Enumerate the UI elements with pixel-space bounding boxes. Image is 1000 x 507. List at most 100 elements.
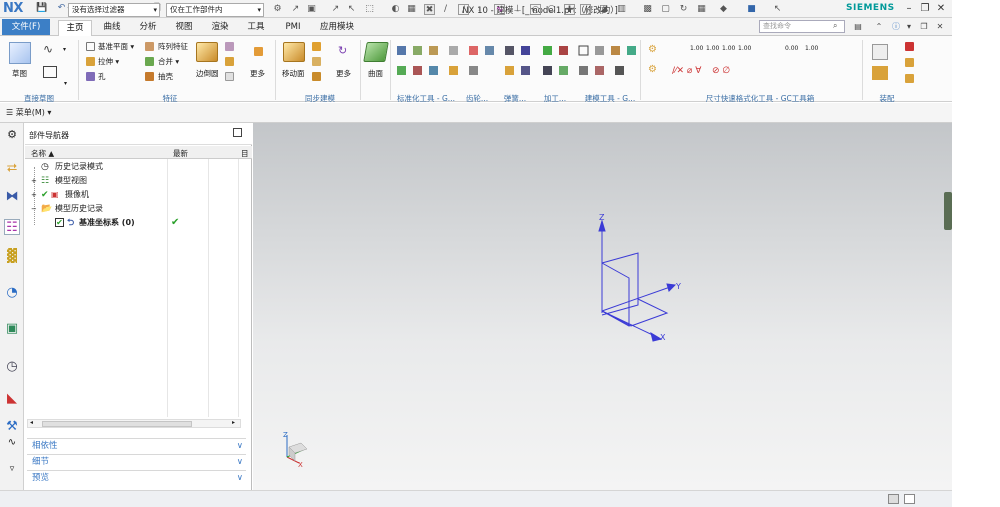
scroll-left-icon[interactable]: ◂	[30, 419, 33, 426]
assembly-tool-3-icon[interactable]	[905, 74, 914, 83]
rail-expand-icon[interactable]: ▿	[4, 461, 20, 477]
offset-region-icon[interactable]	[312, 57, 321, 66]
system-materials-icon[interactable]: ◣	[4, 391, 20, 407]
box-select-icon[interactable]: ⬚	[364, 4, 375, 15]
col-latest[interactable]: 最新	[173, 148, 188, 159]
collapse-icon[interactable]: −	[31, 202, 37, 216]
pattern-feature-label[interactable]: 阵列特征	[158, 41, 188, 52]
dim-label-2[interactable]: 1.00	[706, 45, 719, 52]
scope-select[interactable]: 仅在工作部件内 ▾	[166, 3, 264, 17]
replace-face-icon[interactable]	[312, 72, 321, 81]
expand-icon[interactable]: +	[31, 174, 37, 188]
tab-view[interactable]: 视图	[168, 20, 200, 36]
dim-tool-2-icon[interactable]: ⚙	[648, 64, 657, 75]
scroll-right-icon[interactable]: ▸	[232, 419, 235, 426]
unite-label[interactable]: 合并 ▾	[158, 56, 179, 67]
restore-button[interactable]: ❐	[918, 2, 932, 15]
hd3d-tools-icon[interactable]: ◔	[4, 285, 20, 301]
close-button[interactable]: ✕	[934, 2, 948, 15]
reuse-library-icon[interactable]: ▓	[4, 249, 20, 265]
assembly-tool-2-icon[interactable]	[905, 58, 914, 67]
move-face-label[interactable]: 移动面	[282, 68, 305, 79]
tangent-snap-icon[interactable]: ⊥	[512, 4, 523, 15]
collapse-ribbon-icon[interactable]: ⌃	[873, 21, 885, 33]
tab-application[interactable]: 应用模块	[312, 20, 362, 36]
snap-icon[interactable]: ⚙	[272, 4, 283, 15]
save-icon[interactable]: 💾	[36, 3, 47, 14]
surface-label[interactable]: 曲面	[368, 68, 383, 79]
edge-blend-label[interactable]: 边倒圆	[196, 68, 219, 79]
help-dropdown-icon[interactable]: ▾	[903, 21, 915, 33]
rail-wave-icon[interactable]: ∿	[4, 435, 20, 451]
scroll-thumb[interactable]	[42, 421, 192, 427]
pull-face-icon[interactable]	[312, 42, 321, 51]
sync-more-label[interactable]: 更多	[336, 68, 351, 79]
surface-icon[interactable]	[363, 42, 389, 62]
select-icon[interactable]: ↗	[290, 4, 301, 15]
point-snap-icon[interactable]: ✚	[564, 4, 575, 15]
chamfer-icon[interactable]	[225, 42, 234, 51]
bounded-snap-icon[interactable]: ▥	[616, 4, 627, 15]
sketch-icon[interactable]	[9, 42, 31, 64]
right-panel-tab[interactable]	[944, 192, 952, 230]
horizontal-scrollbar[interactable]: ◂ ▸	[27, 419, 241, 428]
doc-restore-button[interactable]: ❐	[918, 21, 930, 33]
endpoint-snap-icon[interactable]: ∕	[458, 4, 469, 15]
view-icon[interactable]: ▩	[642, 4, 653, 15]
chevron-down-icon[interactable]: ∨	[237, 439, 243, 454]
tab-analysis[interactable]: 分析	[132, 20, 164, 36]
status-icon-2[interactable]	[904, 494, 915, 504]
tree-row-model-history[interactable]: − 📂 模型历史记录	[25, 202, 241, 216]
tab-tools[interactable]: 工具	[240, 20, 272, 36]
help-icon[interactable]: ⓘ	[890, 21, 902, 33]
curve-snap-icon[interactable]: ⨟	[474, 4, 485, 15]
trim-body-icon[interactable]	[225, 72, 234, 81]
center-snap-icon[interactable]: ◎	[530, 4, 541, 15]
curve-tool-icon[interactable]: ∿	[43, 42, 53, 56]
orient-view-icon[interactable]: ▦	[696, 4, 707, 15]
tree-row-datum-csys[interactable]: ✔ ⮌ 基准坐标系 (0) ✔	[25, 216, 241, 230]
extrude-icon[interactable]	[86, 57, 95, 66]
tab-render[interactable]: 渲染	[204, 20, 236, 36]
on-curve-snap-icon[interactable]: ∕	[580, 4, 591, 15]
extrude-label[interactable]: 拉伸 ▾	[98, 56, 119, 67]
more-feature-icon[interactable]	[254, 47, 263, 56]
render-style-icon[interactable]: ◆	[718, 4, 729, 15]
chevron-down-icon[interactable]: ∨	[237, 455, 243, 470]
pattern-feature-icon[interactable]	[145, 42, 154, 51]
assembly-icon[interactable]	[872, 44, 888, 60]
search-icon[interactable]: ⌕	[833, 21, 837, 31]
midpoint-snap-icon[interactable]: ∿	[494, 4, 505, 15]
select-2-icon[interactable]: ▣	[306, 4, 317, 15]
col-name[interactable]: 名称 ▲	[31, 148, 54, 159]
shell-label[interactable]: 抽壳	[158, 71, 173, 82]
select-4-icon[interactable]: ↖	[346, 4, 357, 15]
part-navigator-icon[interactable]: ☷	[4, 219, 20, 235]
history-icon[interactable]: ◷	[4, 359, 20, 375]
shade-icon[interactable]: ◐	[390, 4, 401, 15]
assembly-tool-icon[interactable]	[905, 42, 914, 51]
tree-row-camera[interactable]: + ✔ ▣ 摄像机	[25, 188, 241, 202]
dependencies-panel[interactable]: 相依性 ∨	[27, 438, 246, 453]
line-snap-icon[interactable]: ∕	[440, 4, 451, 15]
datum-csys-graphic[interactable]: Z Y X Z X	[253, 123, 952, 490]
add-component-icon[interactable]	[872, 66, 888, 80]
tab-home[interactable]: 主页	[58, 20, 92, 36]
visibility-checkbox[interactable]: ✔	[55, 218, 64, 227]
sketch-button-label[interactable]: 草图	[12, 68, 27, 79]
tree-row-model-views[interactable]: + ☷ 模型视图	[25, 174, 241, 188]
sketch-more-icon[interactable]: ▾	[64, 80, 67, 87]
dim-label-1[interactable]: 1.00	[690, 45, 703, 52]
status-icon-1[interactable]	[888, 494, 899, 504]
tab-curve[interactable]: 曲线	[96, 20, 128, 36]
assembly-navigator-icon[interactable]: ⮂	[4, 161, 20, 177]
web-browser-icon[interactable]: ▣	[4, 321, 20, 337]
dim-label-3[interactable]: 1.00	[722, 45, 735, 52]
draft-icon[interactable]	[225, 57, 234, 66]
unite-icon[interactable]	[145, 57, 154, 66]
tree-row-history-mode[interactable]: ◷ 历史记录模式	[25, 160, 241, 174]
dim-tool-4-icon[interactable]: ⊘ ∅	[712, 66, 730, 76]
expand-icon[interactable]: +	[31, 188, 37, 202]
datum-plane-label[interactable]: 基准平面 ▾	[98, 41, 134, 52]
cube-icon[interactable]: ▦	[406, 4, 417, 15]
